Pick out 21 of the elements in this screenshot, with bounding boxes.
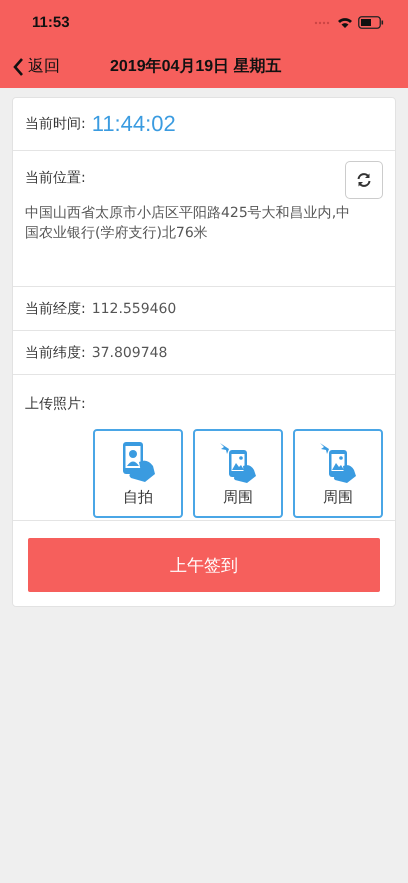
field-label: 当前位置: (25, 169, 86, 187)
address-text: 中国山西省太原市小店区平阳路425号大和昌业内,中国农业银行(学府支行)北76米 (25, 204, 352, 243)
current-time: 11:44:02 (92, 111, 176, 137)
status-time: 11:53 (32, 14, 70, 31)
coordinate-value: 112.559460 (92, 300, 176, 316)
field-label: 当前经度: (25, 300, 86, 318)
field-label: 上传照片: (25, 396, 86, 412)
back-chevron-icon (12, 56, 24, 76)
wifi-icon (337, 16, 353, 28)
refresh-button[interactable] (345, 161, 383, 199)
battery-icon (358, 16, 384, 29)
photo-button[interactable]: 周围 (193, 429, 283, 518)
nav-title: 2019年04月19日 星期五 (110, 56, 282, 77)
field-label: 当前纬度: (25, 344, 86, 362)
photo-button[interactable]: 周围 (293, 429, 383, 518)
field-label: 当前时间: (25, 115, 86, 133)
signal-icon (314, 20, 332, 26)
photo-button[interactable]: 自拍 (93, 429, 183, 518)
back-button[interactable]: 返回 (0, 56, 60, 77)
coordinate-value: 37.809748 (92, 344, 168, 360)
refresh-icon (356, 172, 372, 188)
